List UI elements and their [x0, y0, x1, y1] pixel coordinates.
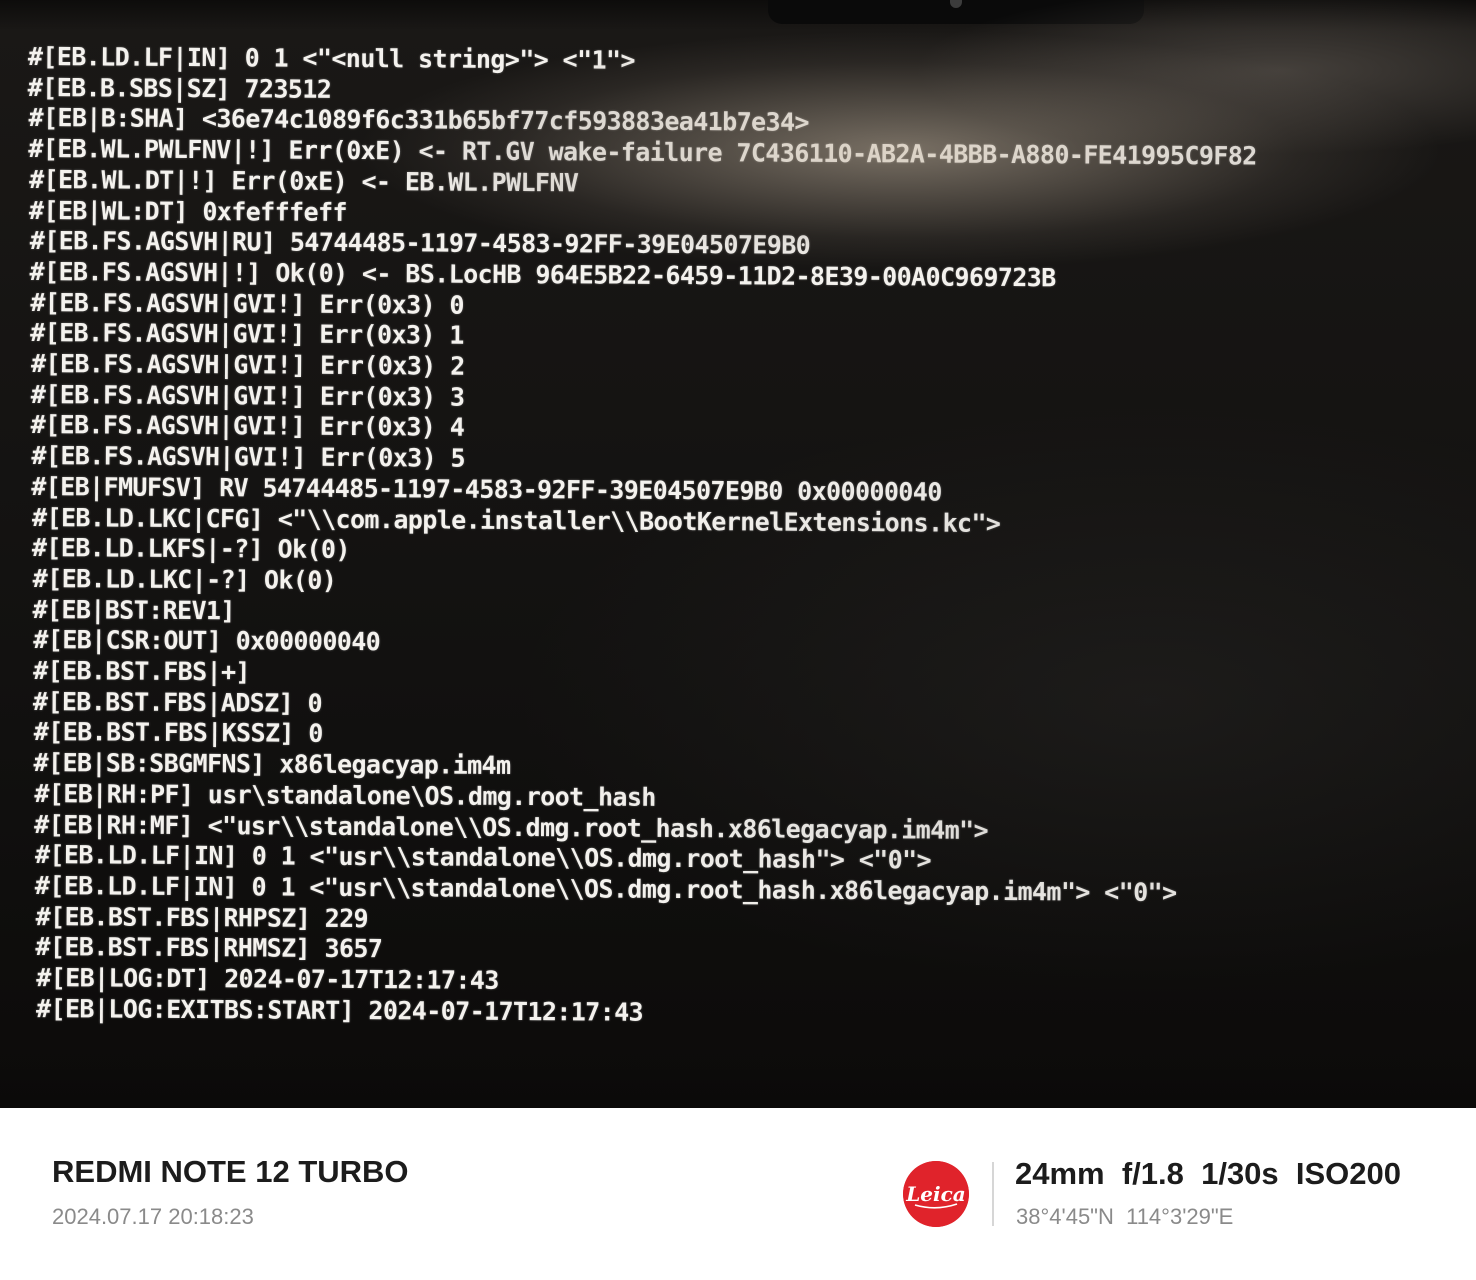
device-model-label: REDMI NOTE 12 TURBO [52, 1154, 409, 1189]
boot-log-terminal: #[EB.LD.LF|IN] 0 1 <"<null string>"> <"1… [22, 42, 1448, 1033]
monitor-top-bezel [0, 0, 1476, 30]
capture-datetime: 2024.07.17 20:18:23 [52, 1204, 254, 1229]
photo-watermark-footer [0, 1108, 1476, 1280]
footer-divider [992, 1162, 994, 1226]
exif-settings: 24mm f/1.8 1/30s ISO200 [1015, 1156, 1402, 1191]
monitor-bottom-bezel [0, 1060, 1476, 1108]
gps-coordinates: 38°4'45"N 114°3'29"E [1016, 1204, 1234, 1229]
leica-logo-text: Leica [905, 1182, 966, 1206]
leica-logo-graphic: Leica [903, 1161, 969, 1227]
leica-logo-icon: Leica [903, 1161, 969, 1227]
screen-photo: #[EB.LD.LF|IN] 0 1 <"<null string>"> <"1… [0, 0, 1476, 1108]
